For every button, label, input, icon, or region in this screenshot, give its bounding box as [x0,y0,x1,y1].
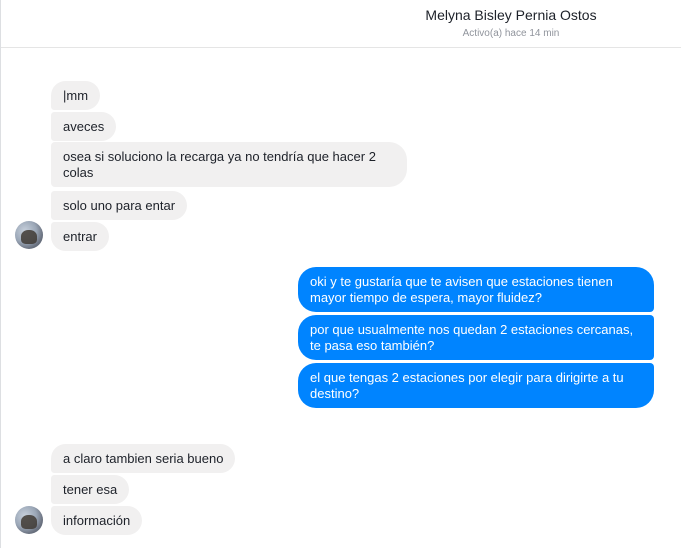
message-bubble-incoming[interactable]: tener esa [51,475,130,504]
contact-avatar[interactable] [15,221,43,249]
message-thread[interactable]: |mm aveces osea si soluciono la recarga … [1,48,681,548]
message-bubble-incoming[interactable]: solo uno para entar [51,191,188,220]
message-bubble-incoming[interactable]: osea si soluciono la recarga ya no tendr… [51,142,407,187]
message-bubble-incoming[interactable]: |mm [51,81,101,110]
conversation-header: Melyna Bisley Pernia Ostos Activo(a) hac… [1,0,681,48]
chat-window: Melyna Bisley Pernia Ostos Activo(a) hac… [0,0,681,548]
contact-avatar[interactable] [15,506,43,534]
message-bubble-outgoing[interactable]: por que usualmente nos quedan 2 estacion… [298,315,654,360]
message-bubble-incoming[interactable]: a claro tambien seria bueno [51,444,236,473]
message-bubble-incoming[interactable]: entrar [51,222,109,251]
message-bubble-outgoing[interactable]: el que tengas 2 estaciones por elegir pa… [298,363,654,408]
contact-name[interactable]: Melyna Bisley Pernia Ostos [1,7,681,23]
contact-status: Activo(a) hace 14 min [462,28,560,39]
message-bubble-incoming[interactable]: información [51,506,143,535]
message-bubble-outgoing[interactable]: oki y te gustaría que te avisen que esta… [298,267,654,312]
message-bubble-incoming[interactable]: aveces [51,112,117,141]
